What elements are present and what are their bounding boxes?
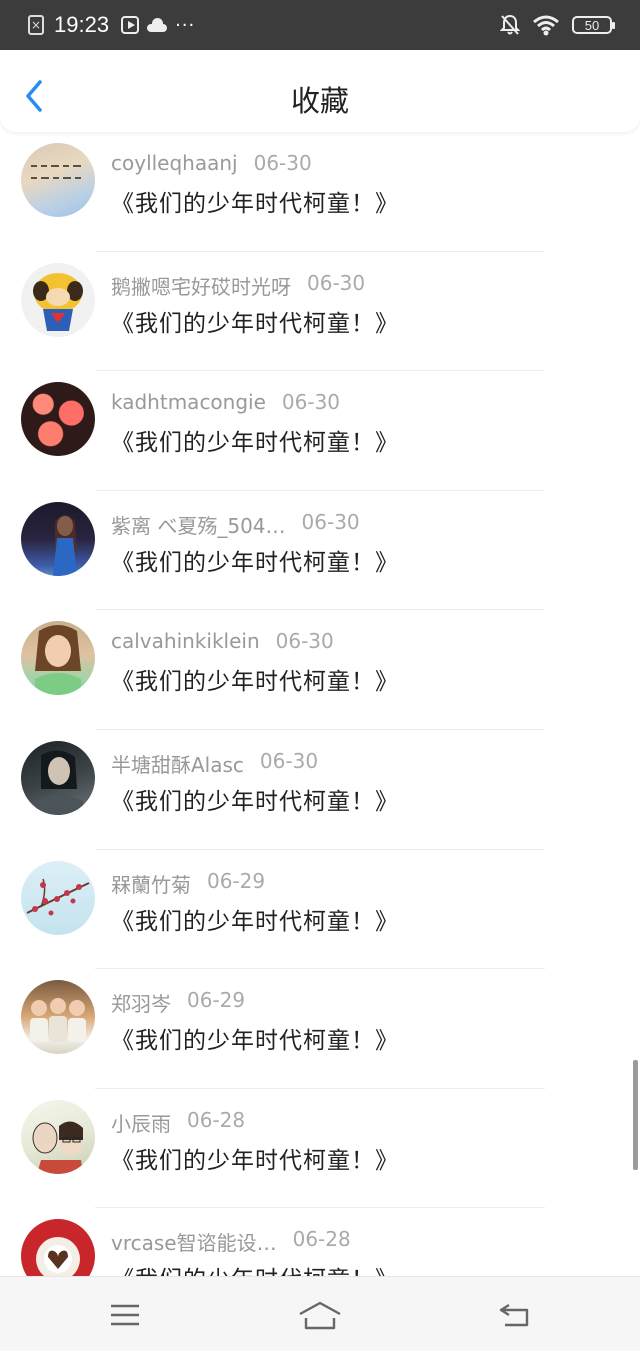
avatar[interactable] bbox=[21, 501, 95, 576]
user-name[interactable]: 郑羽岑 bbox=[111, 988, 171, 1017]
system-nav-bar bbox=[0, 1276, 640, 1351]
user-name[interactable]: coylleqhaanj bbox=[111, 151, 238, 175]
wifi-icon bbox=[533, 15, 559, 36]
scrollbar[interactable] bbox=[633, 1060, 638, 1170]
post-title[interactable]: 《我们的少年时代柯童！》 bbox=[111, 543, 399, 577]
post-title[interactable]: 《我们的少年时代柯童！》 bbox=[111, 1260, 399, 1276]
status-bar: × 19:23 ··· 50 bbox=[0, 0, 640, 50]
user-name[interactable]: 槑蘭竹菊 bbox=[111, 869, 191, 898]
list-item[interactable]: 小辰雨 06-28 《我们的少年时代柯童！》 bbox=[0, 1089, 640, 1209]
menu-icon[interactable] bbox=[101, 1291, 149, 1339]
user-name[interactable]: 半塘甜酥Alasc bbox=[111, 749, 244, 778]
post-date: 06-30 bbox=[259, 748, 319, 773]
avatar[interactable] bbox=[21, 1099, 95, 1174]
list-item[interactable]: 紫离 べ夏殇_504… 06-30 《我们的少年时代柯童！》 bbox=[0, 491, 640, 611]
list-item[interactable]: 槑蘭竹菊 06-29 《我们的少年时代柯童！》 bbox=[0, 850, 640, 970]
list-item[interactable]: 鹅撇嗯宅好砹时光呀 06-30 《我们的少年时代柯童！》 bbox=[0, 252, 640, 372]
bell-muted-icon bbox=[500, 14, 520, 35]
list-item[interactable]: calvahinkiklein 06-30 《我们的少年时代柯童！》 bbox=[0, 610, 640, 730]
post-date: 06-30 bbox=[253, 151, 312, 175]
post-title[interactable]: 《我们的少年时代柯童！》 bbox=[111, 184, 399, 218]
list-item[interactable]: coylleqhaanj 06-30 《我们的少年时代柯童！》 bbox=[0, 132, 640, 252]
post-title[interactable]: 《我们的少年时代柯童！》 bbox=[111, 782, 399, 816]
post-date: 06-30 bbox=[307, 270, 366, 295]
avatar[interactable] bbox=[21, 621, 95, 696]
post-date: 06-28 bbox=[187, 1107, 246, 1132]
user-name[interactable]: 鹅撇嗯宅好砹时光呀 bbox=[111, 271, 291, 300]
post-title[interactable]: 《我们的少年时代柯童！》 bbox=[111, 902, 399, 936]
post-title[interactable]: 《我们的少年时代柯童！》 bbox=[111, 1021, 399, 1055]
avatar[interactable] bbox=[21, 860, 95, 935]
status-time: 19:23 bbox=[54, 12, 110, 37]
post-title[interactable]: 《我们的少年时代柯童！》 bbox=[111, 423, 399, 457]
video-app-icon bbox=[121, 16, 140, 34]
list-item[interactable]: 半塘甜酥Alasc 06-30 《我们的少年时代柯童！》 bbox=[0, 730, 640, 850]
back-icon[interactable] bbox=[490, 1291, 538, 1339]
post-title[interactable]: 《我们的少年时代柯童！》 bbox=[111, 1141, 399, 1175]
post-date: 06-30 bbox=[275, 629, 334, 654]
notification-close-icon: × bbox=[28, 15, 44, 35]
post-date: 06-29 bbox=[187, 988, 246, 1013]
post-title[interactable]: 《我们的少年时代柯童！》 bbox=[111, 662, 399, 696]
cloud-icon bbox=[147, 18, 168, 32]
avatar[interactable] bbox=[21, 143, 95, 217]
post-date: 06-28 bbox=[292, 1227, 351, 1252]
user-name[interactable]: calvahinkiklein bbox=[111, 629, 260, 653]
avatar[interactable] bbox=[21, 262, 95, 337]
screen: × 19:23 ··· 50 收藏 coylleqhaanj 06-30 《我们… bbox=[0, 0, 640, 1351]
favorites-list: coylleqhaanj 06-30 《我们的少年时代柯童！》 鹅撇嗯宅好砹时光… bbox=[0, 132, 640, 1276]
battery-icon: 50 bbox=[572, 16, 615, 34]
home-icon[interactable] bbox=[296, 1291, 344, 1339]
avatar[interactable] bbox=[21, 740, 95, 815]
user-name[interactable]: kadhtmacongie bbox=[111, 390, 266, 414]
list-item[interactable]: 郑羽岑 06-29 《我们的少年时代柯童！》 bbox=[0, 969, 640, 1089]
avatar[interactable] bbox=[21, 1219, 95, 1276]
user-name[interactable]: vrcase智谘能设… bbox=[111, 1227, 277, 1256]
post-date: 06-30 bbox=[281, 390, 341, 415]
post-date: 06-29 bbox=[207, 868, 266, 893]
list-item[interactable]: vrcase智谘能设… 06-28 《我们的少年时代柯童！》 bbox=[0, 1208, 640, 1276]
avatar[interactable] bbox=[21, 382, 95, 457]
post-date: 06-30 bbox=[301, 509, 360, 534]
avatar[interactable] bbox=[21, 980, 95, 1055]
app-header: 收藏 bbox=[0, 50, 640, 132]
user-name[interactable]: 小辰雨 bbox=[111, 1108, 171, 1137]
user-name[interactable]: 紫离 べ夏殇_504… bbox=[111, 510, 286, 539]
more-notifications-icon: ··· bbox=[175, 14, 196, 36]
list-item[interactable]: kadhtmacongie 06-30 《我们的少年时代柯童！》 bbox=[0, 371, 640, 491]
post-title[interactable]: 《我们的少年时代柯童！》 bbox=[111, 304, 399, 338]
page-title: 收藏 bbox=[290, 84, 349, 118]
